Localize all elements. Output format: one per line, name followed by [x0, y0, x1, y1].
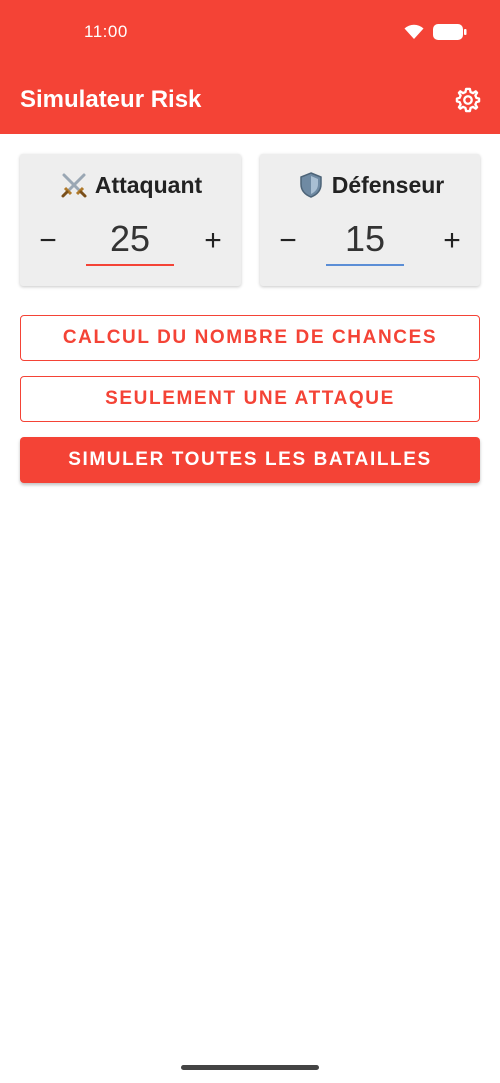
- calculate-chances-button[interactable]: CALCUL DU NOMBRE DE CHANCES: [20, 315, 480, 361]
- app-bar: 11:00 Simulateur Risk: [0, 0, 500, 134]
- crossed-swords-icon: [61, 173, 87, 198]
- gear-icon[interactable]: [454, 86, 482, 114]
- home-indicator[interactable]: [181, 1065, 319, 1070]
- attacker-decrement-button[interactable]: −: [33, 224, 63, 258]
- defender-card: Défenseur − 15 +: [260, 154, 480, 286]
- battery-icon: [433, 24, 467, 40]
- simulate-all-battles-button[interactable]: SIMULER TOUTES LES BATAILLES: [20, 437, 480, 483]
- defender-decrement-button[interactable]: −: [273, 224, 303, 258]
- attacker-increment-button[interactable]: +: [198, 224, 228, 258]
- defender-increment-button[interactable]: +: [437, 224, 467, 258]
- defender-header: Défenseur: [260, 170, 480, 200]
- attacker-count-field[interactable]: 25: [86, 218, 174, 266]
- attacker-card: Attaquant − 25 +: [20, 154, 241, 286]
- attacker-header: Attaquant: [20, 170, 241, 200]
- defender-count-field[interactable]: 15: [326, 218, 404, 266]
- page-title: Simulateur Risk: [20, 86, 202, 113]
- defender-label: Défenseur: [331, 171, 445, 198]
- wifi-icon: [404, 24, 424, 39]
- attacker-label: Attaquant: [94, 171, 203, 198]
- shield-icon: [300, 172, 322, 198]
- status-icons: [403, 23, 467, 41]
- single-attack-button[interactable]: SEULEMENT UNE ATTAQUE: [20, 376, 480, 422]
- status-time: 11:00: [84, 22, 128, 41]
